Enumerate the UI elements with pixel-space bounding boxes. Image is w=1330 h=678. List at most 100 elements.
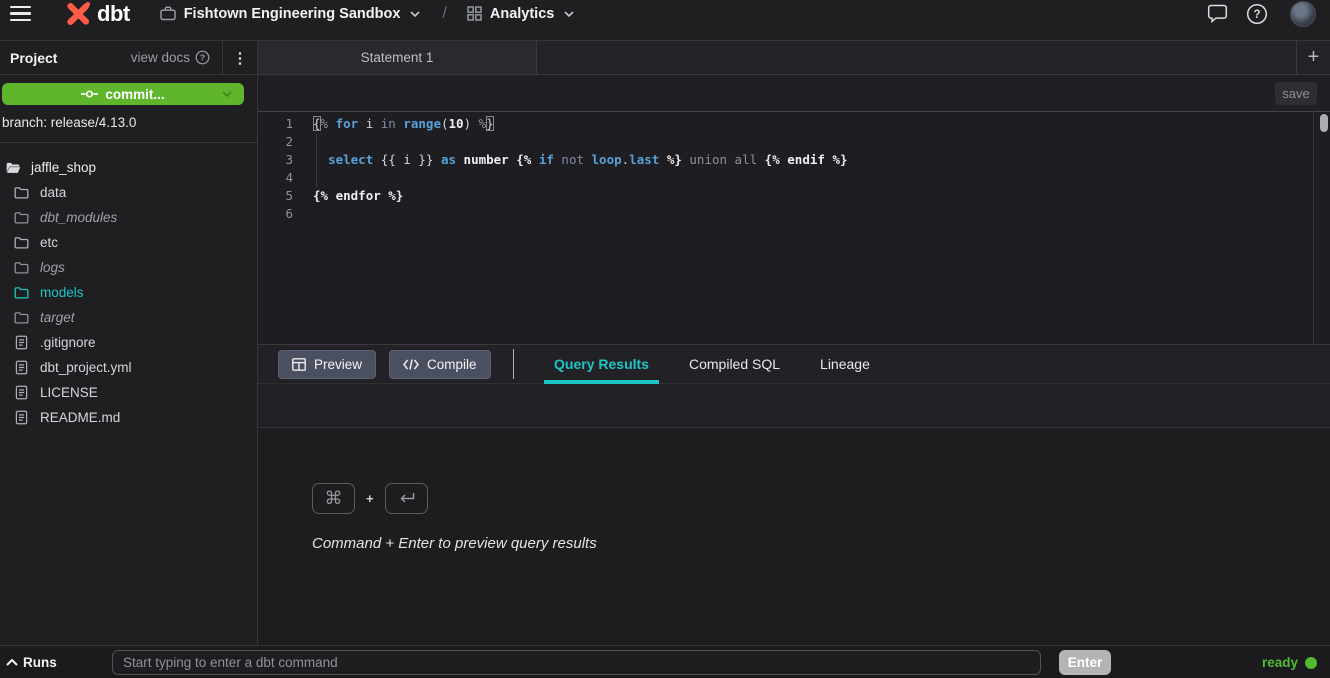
tab-query-results[interactable]: Query Results (544, 345, 659, 383)
kebab-menu-icon[interactable]: ⋮ (222, 41, 257, 74)
commit-label: commit... (105, 87, 164, 102)
dbt-ide-app: dbt Fishtown Engineering Sandbox / Analy… (0, 0, 1330, 678)
tab-compiled-sql[interactable]: Compiled SQL (679, 345, 790, 383)
tree-item-target[interactable]: target (0, 305, 257, 330)
tree-item-label: data (40, 185, 66, 200)
tree-item-label: etc (40, 235, 58, 250)
project-switcher[interactable]: Analytics (467, 6, 574, 22)
tree-item-data[interactable]: data (0, 180, 257, 205)
view-docs-link[interactable]: view docs ? (131, 50, 210, 65)
results-tabs: Query Results Compiled SQL Lineage (514, 345, 880, 383)
code-line-4 (313, 169, 848, 187)
results-panel: Preview Compile Query Results Compiled SQ… (258, 344, 1330, 645)
file-icon (13, 335, 30, 350)
tree-item-license[interactable]: LICENSE (0, 380, 257, 405)
file-icon (13, 385, 30, 400)
project-name: Analytics (490, 6, 554, 22)
new-tab-button[interactable]: + (1296, 41, 1330, 74)
editor-tab-label: Statement 1 (361, 50, 434, 65)
status-label: ready (1262, 655, 1298, 670)
line-number: 6 (258, 205, 293, 223)
tree-item-dbt-project-yml[interactable]: dbt_project.yml (0, 355, 257, 380)
folder-open-icon (4, 161, 21, 174)
preview-label: Preview (314, 357, 362, 372)
commit-chevron-down-icon[interactable] (222, 91, 232, 97)
enter-button[interactable]: Enter (1059, 650, 1111, 675)
top-nav-bar: dbt Fishtown Engineering Sandbox / Analy… (0, 0, 1330, 41)
save-button[interactable]: save (1275, 82, 1317, 105)
scrollbar-thumb[interactable] (1320, 114, 1328, 132)
code-line-6 (313, 205, 848, 223)
file-tree: jaffle_shopdata dbt_modulesetc logs models t… (0, 143, 257, 430)
hamburger-menu-icon[interactable] (10, 6, 31, 21)
tree-item-label: .gitignore (40, 335, 96, 350)
tree-item-label: models (40, 285, 84, 300)
compile-label: Compile (427, 357, 477, 372)
code-icon (403, 359, 419, 370)
command-key-icon: ⌘ (312, 483, 355, 514)
tree-item-label: jaffle_shop (31, 160, 96, 175)
code-editor[interactable]: 123456 {% for i in range(10) %} select {… (258, 111, 1330, 344)
command-bar: Runs Enter ready (0, 645, 1330, 678)
shortcut-hint-text: Command + Enter to preview query results (312, 535, 1330, 552)
results-toolbar: Preview Compile Query Results Compiled SQ… (258, 344, 1330, 384)
question-circle-icon: ? (195, 50, 210, 65)
file-icon (13, 360, 30, 375)
tree-item-logs[interactable]: logs (0, 255, 257, 280)
status-dot-icon (1305, 657, 1317, 669)
code-content: {% for i in range(10) %} select {{ i }} … (293, 112, 848, 344)
chevron-down-icon (410, 11, 420, 17)
tab-lineage[interactable]: Lineage (810, 345, 880, 383)
editor-toolbar: save (258, 75, 1330, 111)
dbt-command-input[interactable] (112, 650, 1041, 675)
svg-text:?: ? (1253, 9, 1260, 21)
folder-icon (13, 261, 30, 274)
account-switcher[interactable]: Fishtown Engineering Sandbox (160, 6, 421, 22)
chat-icon[interactable] (1207, 4, 1228, 23)
return-key-icon (385, 483, 428, 514)
tree-item-jaffle-shop[interactable]: jaffle_shop (0, 155, 257, 180)
account-name: Fishtown Engineering Sandbox (184, 6, 401, 22)
file-icon (13, 410, 30, 425)
tree-item-label: logs (40, 260, 65, 275)
tree-item-models[interactable]: models (0, 280, 257, 305)
line-number: 3 (258, 151, 293, 169)
tree-item-label: target (40, 310, 75, 325)
tree-item-readme-md[interactable]: README.md (0, 405, 257, 430)
results-subheader (258, 384, 1330, 428)
tree-item--gitignore[interactable]: .gitignore (0, 330, 257, 355)
line-number: 2 (258, 133, 293, 151)
line-number: 4 (258, 169, 293, 187)
view-docs-label: view docs (131, 50, 190, 65)
tree-item-label: dbt_modules (40, 210, 117, 225)
dbt-logo-text: dbt (97, 1, 130, 27)
folder-icon (13, 186, 30, 199)
file-explorer-sidebar: Project view docs ? ⋮ commit... branch: … (0, 41, 258, 645)
dbt-logo-icon (63, 0, 93, 29)
code-line-2 (313, 133, 848, 151)
code-line-5: {% endfor %} (313, 187, 848, 205)
sidebar-title: Project (10, 50, 57, 66)
compile-button[interactable]: Compile (389, 350, 491, 379)
chevron-up-icon (6, 659, 18, 666)
folder-icon (13, 286, 30, 299)
help-icon[interactable]: ? (1246, 3, 1268, 25)
editor-tab-statement-1[interactable]: Statement 1 (258, 41, 537, 74)
preview-button[interactable]: Preview (278, 350, 376, 379)
dbt-logo: dbt (63, 0, 130, 29)
tree-item-dbt-modules[interactable]: dbt_modules (0, 205, 257, 230)
user-avatar[interactable] (1290, 1, 1316, 27)
folder-icon (13, 236, 30, 249)
svg-text:?: ? (200, 53, 205, 63)
sidebar-header: Project view docs ? ⋮ (0, 41, 257, 75)
runs-toggle[interactable]: Runs (6, 655, 57, 670)
scrollbar-rail (1313, 112, 1314, 344)
indent-guide (316, 134, 317, 187)
commit-button[interactable]: commit... (2, 83, 244, 105)
shortcut-keys: ⌘ + (312, 483, 1330, 514)
table-icon (292, 358, 306, 371)
breadcrumb-separator: / (442, 5, 446, 23)
editor-tab-bar: Statement 1 + (258, 41, 1330, 75)
line-number: 1 (258, 115, 293, 133)
tree-item-etc[interactable]: etc (0, 230, 257, 255)
